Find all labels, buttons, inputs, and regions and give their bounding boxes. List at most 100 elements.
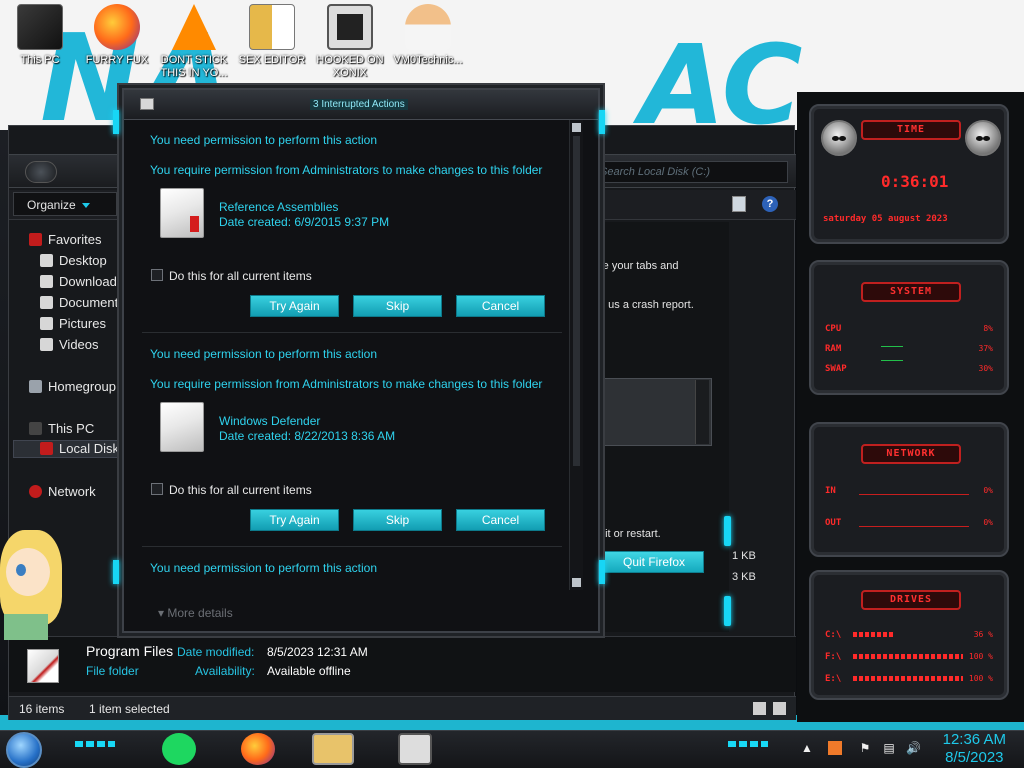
folder-icon <box>160 188 204 238</box>
desktop-icon-vlc[interactable]: DONT STICK THIS IN YO... <box>154 4 234 80</box>
computer-icon <box>29 422 42 435</box>
skip-button[interactable]: Skip <box>353 509 442 531</box>
dialog-titlebar[interactable]: 3 Interrupted Actions <box>124 90 598 120</box>
documents-icon <box>40 296 53 309</box>
swap-graph-line <box>881 360 903 361</box>
large-icons-view-icon[interactable] <box>773 702 786 715</box>
back-forward-icon[interactable] <box>25 161 57 183</box>
scroll-thumb[interactable] <box>573 136 580 466</box>
nav-pictures[interactable]: Pictures <box>40 316 106 334</box>
firefox-crash-text: uit or restart. <box>599 528 661 540</box>
clock-date: 8/5/2023 <box>945 749 1004 766</box>
desktop-icon-xonix[interactable]: HOOKED ON XONIX <box>310 4 390 80</box>
desktop-icon-label: DONT STICK THIS IN YO... <box>160 54 228 79</box>
taskbar-spotify[interactable] <box>162 733 196 765</box>
nav-favorites[interactable]: Favorites <box>29 232 101 250</box>
nav-downloads[interactable]: Downloads <box>40 274 123 292</box>
apply-all-checkbox[interactable] <box>151 483 163 495</box>
nav-label: This PC <box>48 421 95 436</box>
help-icon[interactable]: ? <box>762 196 778 212</box>
item-divider <box>142 546 562 547</box>
nav-desktop[interactable]: Desktop <box>40 253 107 271</box>
desktop-icon-firefox[interactable]: FURRY FUX <box>77 4 157 67</box>
drive-row-value: 100 % <box>968 674 993 683</box>
desktop-icon-label: HOOKED ON XONIX <box>316 54 384 79</box>
desktop-icon-label: FURRY FUX <box>85 54 149 66</box>
alien-head-icon <box>965 120 1001 156</box>
preview-pane-icon[interactable] <box>732 196 746 212</box>
volume-icon[interactable]: 🔊 <box>906 741 921 755</box>
organize-button[interactable]: Organize <box>13 192 117 216</box>
folder-thumbnail-icon <box>27 649 59 683</box>
system-row-value: 37% <box>978 344 993 353</box>
details-pane: Program Files File folder Date modified:… <box>9 636 796 692</box>
organize-label: Organize <box>27 198 76 212</box>
taskbar-app[interactable] <box>398 733 432 765</box>
flag-icon[interactable]: ⚑ <box>858 741 872 755</box>
taskbar-accent <box>728 741 768 747</box>
item-heading: You need permission to perform this acti… <box>150 561 378 575</box>
desktop-icon-label: SEX EDITOR <box>238 54 306 66</box>
crash-panel-scrollbar[interactable] <box>695 380 709 444</box>
try-again-button[interactable]: Try Again <box>250 509 339 531</box>
network-gadget-title: NETWORK <box>861 444 961 464</box>
taskbar-file-explorer[interactable] <box>312 733 354 765</box>
pictures-icon <box>40 317 53 330</box>
skip-button[interactable]: Skip <box>353 295 442 317</box>
system-gadget-title: SYSTEM <box>861 282 961 302</box>
cancel-button[interactable]: Cancel <box>456 295 545 317</box>
details-date-label: Date modified: <box>177 645 255 659</box>
status-selected: 1 item selected <box>89 702 170 716</box>
copy-icon <box>140 98 154 110</box>
file-size: 1 KB <box>732 550 756 562</box>
system-row-label: CPU <box>825 324 842 334</box>
nav-local-disk[interactable]: Local Disk <box>13 440 123 458</box>
system-row-value: 30% <box>978 364 993 373</box>
nav-videos[interactable]: Videos <box>40 337 99 355</box>
search-input[interactable]: Search Local Disk (C:) <box>593 161 788 183</box>
apply-all-label: Do this for all current items <box>169 483 312 497</box>
app-tray-icon[interactable] <box>828 741 842 755</box>
system-row-value: 8% <box>983 324 993 333</box>
scroll-down-icon[interactable] <box>572 578 581 587</box>
details-view-icon[interactable] <box>753 702 766 715</box>
eye-icon <box>16 564 26 576</box>
game-icon <box>327 4 373 50</box>
more-details-toggle[interactable]: ▾ More details <box>158 606 233 620</box>
desktop-icon-vm0[interactable]: VM0Technic... <box>388 4 468 67</box>
start-button[interactable] <box>6 732 42 768</box>
frame-accent <box>724 516 731 546</box>
drive-row-label: E:\ <box>825 674 842 684</box>
desktop-icon-hex-editor[interactable]: SEX EDITOR <box>232 4 312 67</box>
frame-accent <box>113 110 119 134</box>
dialog-scrollbar[interactable] <box>569 120 583 590</box>
network-gadget: NETWORK IN 0% OUT 0% <box>809 422 1009 557</box>
nav-this-pc[interactable]: This PC <box>29 421 94 439</box>
apply-all-checkbox[interactable] <box>151 269 163 281</box>
wallpaper-graffiti-right: AC <box>640 21 803 149</box>
firefox-crash-text: re your tabs and <box>599 260 679 272</box>
network-out-graph <box>859 526 969 527</box>
vlc-icon <box>172 4 216 50</box>
nav-network[interactable]: Network <box>29 484 96 502</box>
more-details-label: More details <box>167 606 233 620</box>
cartoon-sticker <box>0 530 62 640</box>
desktop-icon-this-pc[interactable]: This PC <box>0 4 80 67</box>
nav-label: Pictures <box>59 316 106 331</box>
taskbar-firefox[interactable] <box>241 733 275 765</box>
dress-icon <box>4 614 48 640</box>
cancel-button[interactable]: Cancel <box>456 509 545 531</box>
gadget-date: saturday 05 august 2023 <box>823 214 948 224</box>
nav-documents[interactable]: Document <box>40 295 118 313</box>
nav-homegroup[interactable]: Homegroup <box>29 379 116 397</box>
scroll-up-icon[interactable] <box>572 123 581 132</box>
nav-label: Desktop <box>59 253 107 268</box>
taskbar-clock[interactable]: 12:36 AM 8/5/2023 <box>943 731 1006 767</box>
network-icon <box>29 485 42 498</box>
system-row-label: RAM <box>825 344 842 354</box>
quit-firefox-button[interactable]: Quit Firefox <box>604 551 704 573</box>
network-row-label: IN <box>825 486 836 496</box>
show-hidden-icons-icon[interactable]: ▲ <box>800 741 814 755</box>
try-again-button[interactable]: Try Again <box>250 295 339 317</box>
network-tray-icon[interactable]: ▤ <box>882 741 896 755</box>
